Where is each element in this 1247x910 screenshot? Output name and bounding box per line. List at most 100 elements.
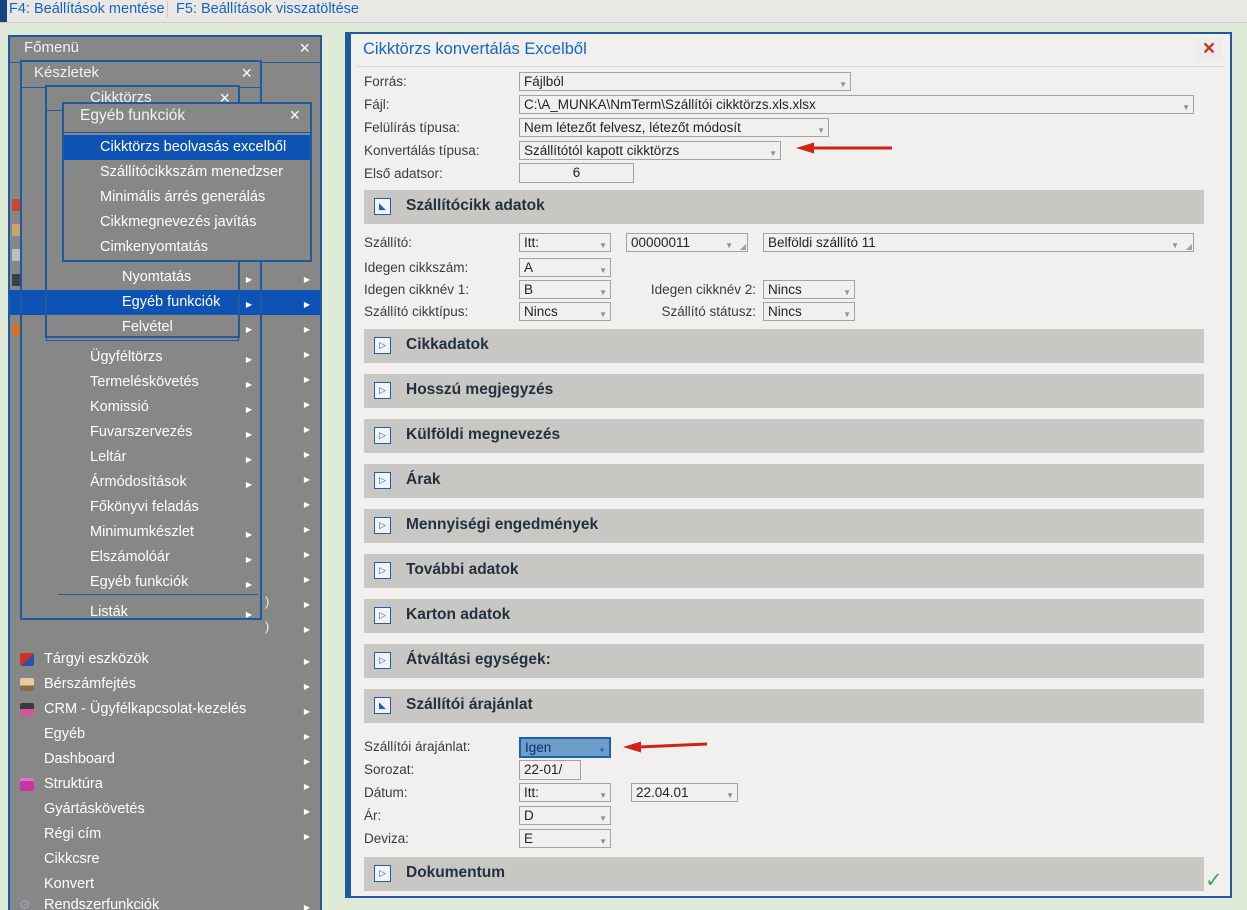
- szallito-mode-select[interactable]: Itt:: [519, 233, 611, 252]
- field-label: Szállító cikktípus:: [364, 304, 468, 319]
- close-icon[interactable]: ×: [289, 104, 300, 126]
- deviza-select[interactable]: E: [519, 829, 611, 848]
- menu-item[interactable]: Cikktörzs beolvasás excelből: [100, 135, 286, 160]
- field-label: Konvertálás típusa:: [364, 143, 480, 158]
- menu-item[interactable]: Cikkmegnevezés javítás: [100, 210, 256, 235]
- menu-item[interactable]: Struktúra: [44, 772, 103, 797]
- collapse-button[interactable]: ◣: [374, 198, 391, 215]
- save-settings-button[interactable]: F4: Beállítások mentése: [9, 1, 165, 17]
- menu-item[interactable]: Egyéb funkciók: [90, 570, 188, 595]
- dropdown-arrow-icon: [769, 144, 777, 159]
- expander-icon: ▷: [379, 565, 386, 575]
- gear-icon: ⚙: [19, 898, 33, 910]
- menu-item[interactable]: Komissió: [90, 395, 149, 420]
- menu-item[interactable]: Rendszerfunkciók: [44, 893, 159, 910]
- menu-item[interactable]: Cimkenyomtatás: [100, 235, 208, 260]
- menu-item[interactable]: Dashboard: [44, 747, 115, 772]
- submenu-arrow-icon: [298, 390, 310, 415]
- submenu-arrow-icon: [298, 265, 310, 290]
- menu-item[interactable]: Cikkcsre: [44, 847, 100, 872]
- menu-item[interactable]: Ügyféltörzs: [90, 345, 163, 370]
- menu-separator: [58, 594, 258, 595]
- section-title: Külföldi megnevezés: [406, 426, 560, 444]
- section-title: Dokumentum: [406, 864, 505, 882]
- grip-icon[interactable]: [740, 237, 746, 252]
- menu-item[interactable]: Elszámolóár: [90, 545, 170, 570]
- menu-item[interactable]: Minimumkészlet: [90, 520, 194, 545]
- expand-button[interactable]: ▷: [374, 382, 391, 399]
- expand-button[interactable]: ▷: [374, 427, 391, 444]
- expand-button[interactable]: ▷: [374, 562, 391, 579]
- menu-item[interactable]: Minimális árrés generálás: [100, 185, 265, 210]
- menu-item[interactable]: Nyomtatás: [122, 265, 191, 290]
- szallito-cikktipus-select[interactable]: Nincs: [519, 302, 611, 321]
- forras-select[interactable]: Fájlból: [519, 72, 851, 91]
- submenu-arrow-icon: [240, 445, 252, 470]
- menu-item[interactable]: Egyéb funkciók: [122, 290, 220, 315]
- menu-item[interactable]: Ármódosítások: [90, 470, 187, 495]
- szallito-code-select[interactable]: 00000011: [626, 233, 748, 252]
- collapse-button[interactable]: ◣: [374, 697, 391, 714]
- window-title: Készletek: [34, 64, 99, 81]
- expand-button[interactable]: ▷: [374, 652, 391, 669]
- menu-item[interactable]: Egyéb: [44, 722, 85, 747]
- submenu-arrow-icon: [240, 545, 252, 570]
- submenu-arrow-icon: [298, 893, 310, 910]
- idegen-cikkszam-select[interactable]: A: [519, 258, 611, 277]
- expand-button[interactable]: ▷: [374, 517, 391, 534]
- expand-button[interactable]: ▷: [374, 607, 391, 624]
- menu-item[interactable]: Szállítócikkszám menedzser: [100, 160, 283, 185]
- assets-icon: [20, 653, 34, 666]
- submenu-arrow-icon: [240, 345, 252, 370]
- menu-item[interactable]: Fuvarszervezés: [90, 420, 192, 445]
- szallitoi-arajanlat-select[interactable]: Igen: [519, 737, 611, 758]
- menu-item[interactable]: Régi cím: [44, 822, 101, 847]
- submenu-arrow-icon: [240, 600, 252, 625]
- field-label: Forrás:: [364, 74, 407, 89]
- dropdown-arrow-icon: [1182, 98, 1190, 113]
- ar-select[interactable]: D: [519, 806, 611, 825]
- screen: F4: Beállítások mentése F5: Beállítások …: [0, 0, 1247, 910]
- divider: [357, 66, 1224, 67]
- menu-item[interactable]: CRM - Ügyfélkapcsolat-kezelés: [44, 697, 246, 722]
- close-icon[interactable]: ×: [241, 62, 252, 84]
- menu-item[interactable]: Leltár: [90, 445, 126, 470]
- idegen-cikknev1-select[interactable]: B: [519, 280, 611, 299]
- datum-mode-select[interactable]: Itt:: [519, 783, 611, 802]
- szallito-statusz-select[interactable]: Nincs: [763, 302, 855, 321]
- fajl-select[interactable]: C:\A_MUNKA\NmTerm\Szállítói cikktörzs.xl…: [519, 95, 1194, 114]
- elso-adatsor-input[interactable]: 6: [519, 163, 634, 183]
- datum-value-select[interactable]: 22.04.01: [631, 783, 738, 802]
- konvertalas-tipusa-select[interactable]: Szállítótól kapott cikktörzs: [519, 141, 781, 160]
- dropdown-arrow-icon: [839, 75, 847, 90]
- submenu-arrow-icon: [298, 465, 310, 490]
- reload-settings-button[interactable]: F5: Beállítások visszatöltése: [167, 1, 359, 17]
- dropdown-arrow-icon: [599, 236, 607, 251]
- close-icon[interactable]: ×: [299, 37, 310, 59]
- section-title: Átváltási egységek:: [406, 651, 551, 669]
- menu-item[interactable]: Listák: [90, 600, 128, 625]
- sorozat-input[interactable]: 22-01/: [519, 760, 581, 780]
- idegen-cikknev2-select[interactable]: Nincs: [763, 280, 855, 299]
- szallito-name-select[interactable]: Belföldi szállító 11: [763, 233, 1194, 252]
- felulliras-tipusa-select[interactable]: Nem létezőt felvesz, létezőt módosít: [519, 118, 829, 137]
- close-icon[interactable]: ×: [1196, 38, 1222, 60]
- menu-item[interactable]: Főkönyvi feladás: [90, 495, 199, 520]
- menu-item[interactable]: Felvétel: [47, 315, 238, 340]
- menu-item[interactable]: Bérszámfejtés: [44, 672, 136, 697]
- confirm-check-icon[interactable]: ✓: [1205, 868, 1223, 893]
- menu-item[interactable]: Termeléskövetés: [90, 370, 199, 395]
- expander-icon: ▷: [379, 430, 386, 440]
- section-bar: ▷ Átváltási egységek:: [364, 644, 1204, 678]
- submenu-arrow-icon: [298, 565, 310, 590]
- menu-item[interactable]: Tárgyi eszközök: [44, 647, 149, 672]
- section-title: Mennyiségi engedmények: [406, 516, 598, 534]
- occluded-text-fragment: ): [265, 619, 269, 634]
- expand-button[interactable]: ▷: [374, 337, 391, 354]
- grip-icon[interactable]: [1186, 237, 1192, 252]
- expand-button[interactable]: ▷: [374, 472, 391, 489]
- expand-button[interactable]: ▷: [374, 865, 391, 882]
- submenu-arrow-icon: [298, 315, 310, 340]
- menu-item[interactable]: Gyártáskövetés: [44, 797, 145, 822]
- expander-icon: ▷: [379, 340, 386, 350]
